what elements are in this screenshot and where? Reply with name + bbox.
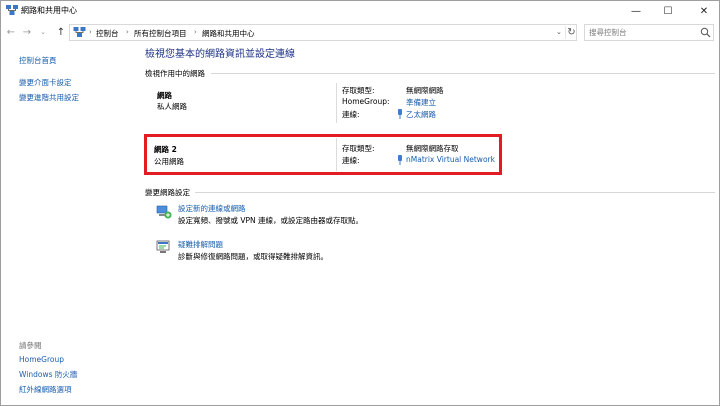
setup-connection-link[interactable]: 設定新的連線或網路 [178, 203, 246, 214]
network-center-icon [73, 27, 86, 37]
search-box[interactable] [584, 24, 714, 41]
ethernet-icon[interactable] [397, 109, 403, 119]
infrared-network-options-link[interactable]: 紅外線網路選項 [19, 384, 72, 395]
up-button[interactable]: ↑ [54, 25, 68, 39]
breadcrumb-control-panel[interactable]: 控制台 [96, 28, 119, 39]
active-networks-heading: 檢視作用中的網路 [145, 69, 205, 78]
network-1-homegroup-label: HomeGroup: [342, 97, 390, 106]
breadcrumb-separator[interactable]: › [89, 28, 92, 36]
close-button[interactable]: ✕ [687, 1, 720, 21]
troubleshoot-icon [156, 240, 170, 253]
network-center-icon [6, 5, 18, 15]
search-input[interactable] [589, 26, 697, 39]
search-icon[interactable] [700, 27, 711, 38]
control-panel-home-link[interactable]: 控制台首頁 [19, 55, 57, 66]
section-divider [195, 192, 715, 193]
network-1-homegroup-link[interactable]: 準備建立 [406, 97, 436, 108]
troubleshoot-link[interactable]: 疑難排解問題 [178, 239, 223, 250]
change-advanced-sharing-link[interactable]: 變更進階共用設定 [19, 92, 79, 103]
breadcrumb-separator[interactable]: › [194, 28, 197, 36]
window: 網路和共用中心 — ☐ ✕ ← → ⌄ ↑ › 控制台 › 所有控制台項目 › … [0, 0, 720, 406]
title-bar: 網路和共用中心 — ☐ ✕ [1, 1, 719, 21]
network-1-type[interactable]: 私人網路 [157, 101, 187, 112]
breadcrumb-separator[interactable]: › [126, 28, 129, 36]
network-1-name: 網路 [157, 91, 172, 100]
network-1-divider [336, 83, 337, 123]
recent-locations-button[interactable]: ⌄ [36, 25, 50, 39]
breadcrumb-network-center[interactable]: 網路和共用中心 [202, 28, 255, 39]
network-1-connection-link[interactable]: 乙太網路 [406, 109, 436, 120]
maximize-button[interactable]: ☐ [651, 1, 685, 21]
section-divider [211, 73, 715, 74]
address-dropdown-icon[interactable]: ⌄ [556, 28, 562, 36]
change-settings-heading: 變更網路設定 [145, 188, 190, 197]
highlight-box [144, 134, 502, 175]
network-1-access-label: 存取類型: [342, 86, 375, 95]
breadcrumb-all-items[interactable]: 所有控制台項目 [134, 28, 187, 39]
setup-connection-description: 設定寬頻、撥號或 VPN 連線，或設定路由器或存取點。 [178, 216, 364, 225]
minimize-button[interactable]: — [619, 1, 653, 21]
windows-firewall-link[interactable]: Windows 防火牆 [19, 369, 77, 380]
network-setup-icon [156, 205, 172, 219]
change-adapter-settings-link[interactable]: 變更介面卡設定 [19, 77, 72, 88]
network-1-connection-label: 連線: [342, 110, 360, 119]
forward-button[interactable]: → [20, 25, 34, 39]
address-bar[interactable]: › 控制台 › 所有控制台項目 › 網路和共用中心 ⌄ ↻ [69, 24, 577, 41]
see-also-heading: 請參閱 [19, 341, 42, 350]
homegroup-link[interactable]: HomeGroup [19, 355, 64, 364]
page-title: 檢視您基本的網路資訊並設定連線 [145, 49, 295, 60]
back-button[interactable]: ← [4, 25, 18, 39]
window-title: 網路和共用中心 [21, 6, 77, 15]
troubleshoot-description: 診斷與修復網路問題，或取得疑難排解資訊。 [178, 252, 328, 261]
network-1-access-value: 無網際網路 [406, 86, 444, 95]
refresh-button[interactable]: ↻ [565, 26, 577, 39]
navigation-bar: ← → ⌄ ↑ › 控制台 › 所有控制台項目 › 網路和共用中心 ⌄ ↻ [1, 21, 719, 43]
